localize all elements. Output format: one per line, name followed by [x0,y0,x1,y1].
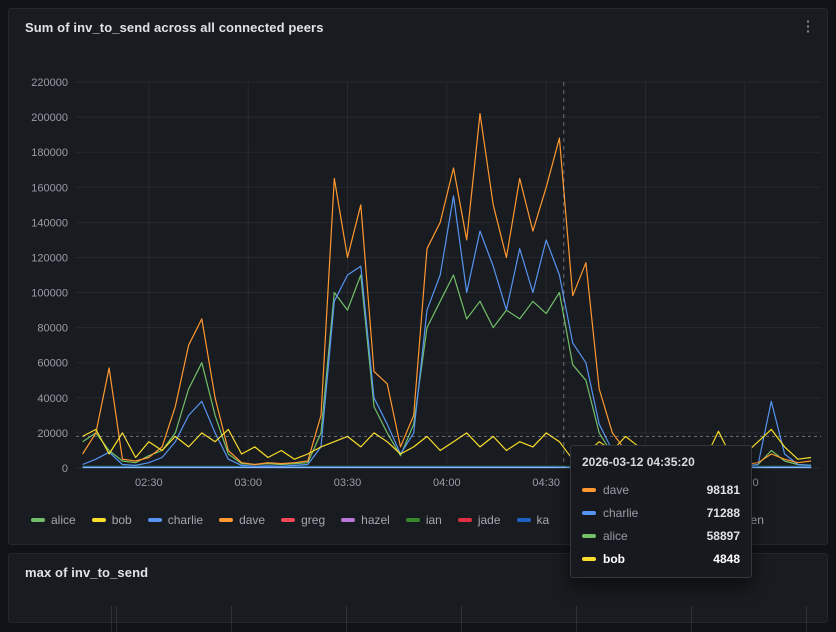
y-tick-label: 120000 [31,253,68,265]
legend-item-charlie[interactable]: charlie [148,513,203,527]
y-tick-label: 160000 [31,182,68,194]
legend-item-hazel[interactable]: hazel [341,513,390,527]
tooltip-series-value: 98181 [707,483,740,497]
legend-label: charlie [168,513,203,527]
y-tick-label: 40000 [37,393,68,405]
y-tick-label: 60000 [37,358,68,370]
y-tick-label: 20000 [37,428,68,440]
series-color-marker-icon [517,518,531,522]
legend-item-greg[interactable]: greg [281,513,325,527]
tooltip-series-label: charlie [603,506,638,520]
series-color-marker-icon [582,511,596,515]
series-color-marker-icon [582,488,596,492]
legend-label: greg [301,513,325,527]
series-color-marker-icon [219,518,233,522]
tooltip-row-dave: dave 98181 [571,478,751,501]
legend-item-alice[interactable]: alice [31,513,76,527]
series-color-marker-icon [341,518,355,522]
tooltip-series-value: 58897 [707,529,740,543]
x-tick-label: 03:00 [234,477,262,489]
tooltip-series-label: bob [603,552,625,566]
tooltip-row-bob: bob 4848 [571,547,751,570]
legend-item-jade[interactable]: jade [458,513,501,527]
x-tick-label: 04:00 [433,477,461,489]
y-tick-label: 200000 [31,112,68,124]
tooltip-series-value: 4848 [713,552,740,566]
x-tick-label: 03:30 [334,477,362,489]
legend-item-ian[interactable]: ian [406,513,442,527]
y-tick-label: 0 [62,463,68,475]
tooltip-series-label: dave [603,483,629,497]
legend-label: hazel [361,513,390,527]
series-color-marker-icon [92,518,106,522]
chart-tooltip: 2026-03-12 04:35:20 dave 98181 charlie 7128… [570,445,752,578]
legend-label: dave [239,513,265,527]
series-color-marker-icon [582,557,596,561]
tooltip-row-charlie: charlie 71288 [571,501,751,524]
tooltip-row-alice: alice 58897 [571,524,751,547]
panel-title: max of inv_to_send [25,565,148,580]
legend-label: bob [112,513,132,527]
legend-label: ka [537,513,550,527]
y-tick-label: 100000 [31,288,68,300]
tooltip-series-label: alice [603,529,628,543]
y-tick-label: 180000 [31,147,68,159]
series-color-marker-icon [458,518,472,522]
y-tick-label: 140000 [31,217,68,229]
series-color-marker-icon [582,534,596,538]
y-tick-label: 80000 [37,323,68,335]
y-tick-label: 220000 [31,77,68,89]
legend-label: jade [478,513,501,527]
series-color-marker-icon [406,518,420,522]
series-color-marker-icon [148,518,162,522]
gridline-sliver [9,606,819,632]
legend-label: alice [51,513,76,527]
legend-label: ian [426,513,442,527]
legend-item-dave[interactable]: dave [219,513,265,527]
tooltip-rows: dave 98181 charlie 71288 alice 58897 bob 4848 [571,478,751,570]
tooltip-series-value: 71288 [707,506,740,520]
tooltip-timestamp: 2026-03-12 04:35:20 [571,455,751,478]
legend-item-ka[interactable]: ka [517,513,550,527]
x-tick-label: 02:30 [135,477,163,489]
x-tick-label: 04:30 [532,477,560,489]
series-color-marker-icon [31,518,45,522]
legend-item-bob[interactable]: bob [92,513,132,527]
series-color-marker-icon [281,518,295,522]
